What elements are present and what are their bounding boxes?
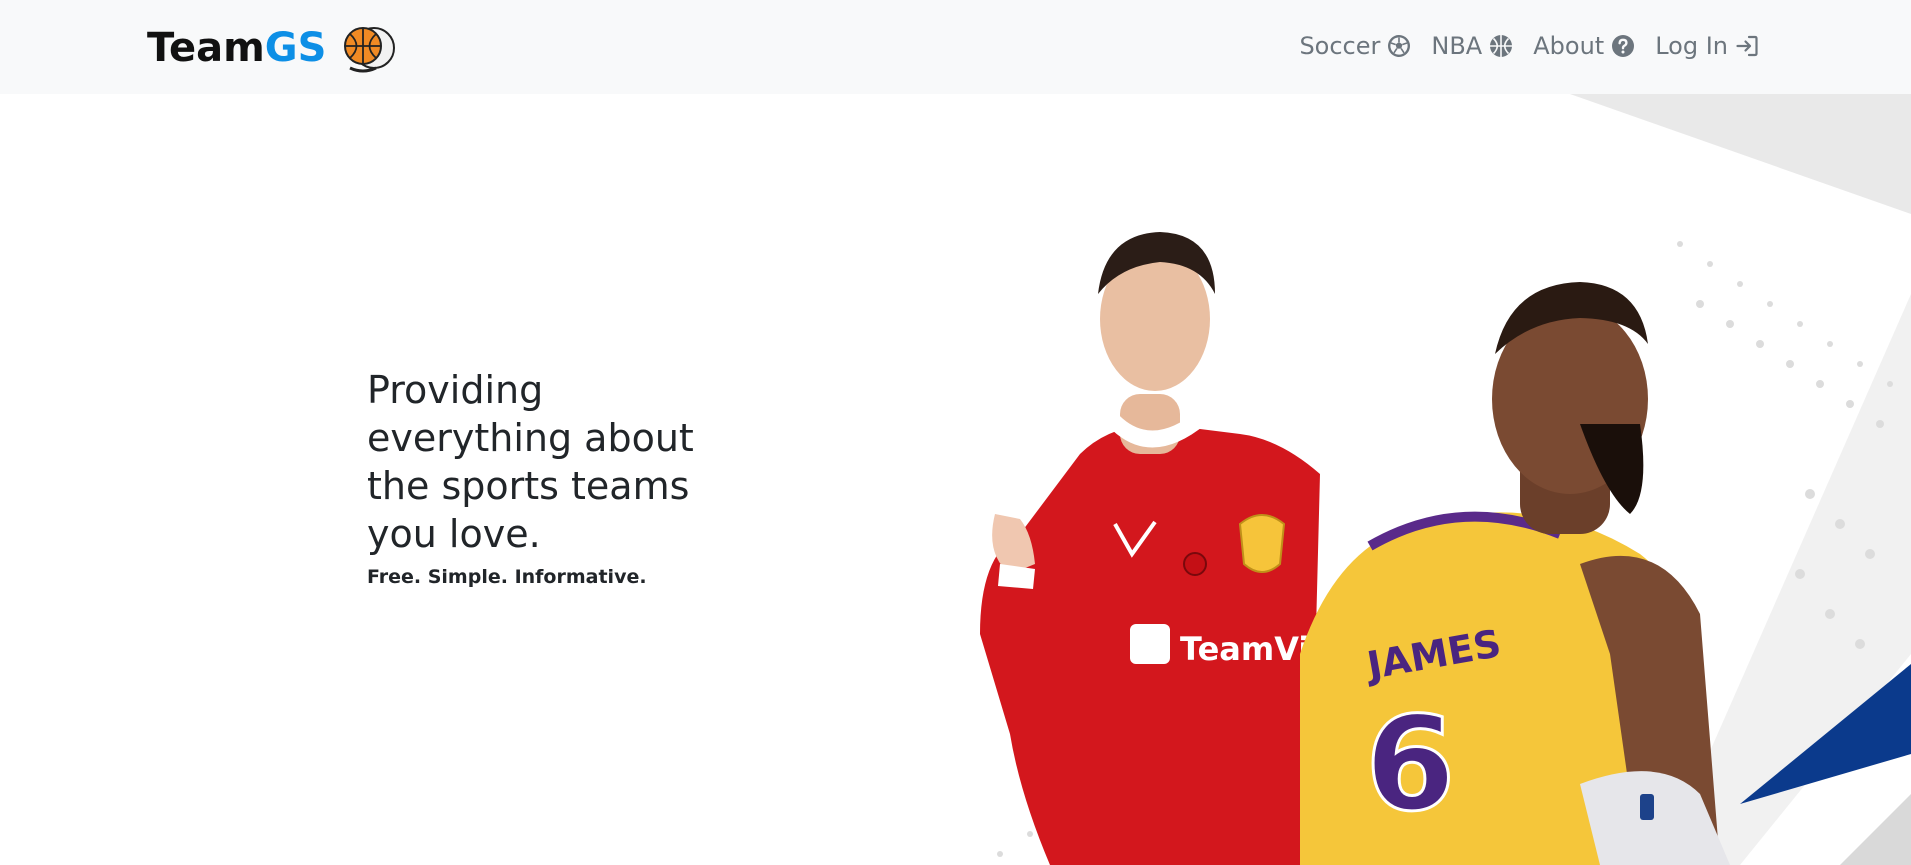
nav-soccer-link[interactable]: Soccer [1299, 26, 1411, 66]
nav-nba-link[interactable]: NBA [1431, 26, 1513, 66]
poppy-badge [1183, 552, 1207, 576]
question-circle-icon [1612, 35, 1635, 57]
main-nav: Soccer NBA About Log In [1279, 26, 1759, 66]
nav-about-label: About [1533, 32, 1605, 60]
jersey-number-text: 6 [1365, 688, 1455, 840]
nav-soccer-label: Soccer [1299, 32, 1381, 60]
basketball-soccer-logo [344, 27, 396, 73]
login-arrow-icon [1736, 35, 1758, 57]
basketball-player: JAMES 6 [1300, 282, 1730, 865]
nav-nba-label: NBA [1431, 32, 1483, 60]
nba-sleeve-logo [1640, 794, 1654, 820]
brand-name: TeamGS [147, 25, 327, 71]
hero-text: Providing everything about the sports te… [367, 366, 747, 590]
top-navbar: TeamGS Soccer NBA About Log In [0, 0, 1911, 94]
nav-login-label: Log In [1655, 32, 1728, 60]
sponsor-logo-box [1130, 624, 1170, 664]
club-crest [1238, 514, 1286, 573]
brand-name-accent: GS [264, 25, 327, 71]
hero-athletes-image: TeamViewer JAMES 6 [980, 94, 1911, 865]
nav-about-link[interactable]: About [1533, 26, 1635, 66]
basketball-icon [1490, 35, 1513, 57]
brand-link[interactable]: TeamGS [147, 18, 396, 78]
bg-grey-stripe [1570, 94, 1911, 214]
hero-subtitle: Free. Simple. Informative. [367, 566, 647, 588]
nav-login-link[interactable]: Log In [1655, 26, 1759, 66]
bg-grey-corner [1840, 794, 1911, 865]
soccer-ball-icon [1388, 35, 1411, 57]
hero-title: Providing everything about the sports te… [367, 368, 694, 556]
